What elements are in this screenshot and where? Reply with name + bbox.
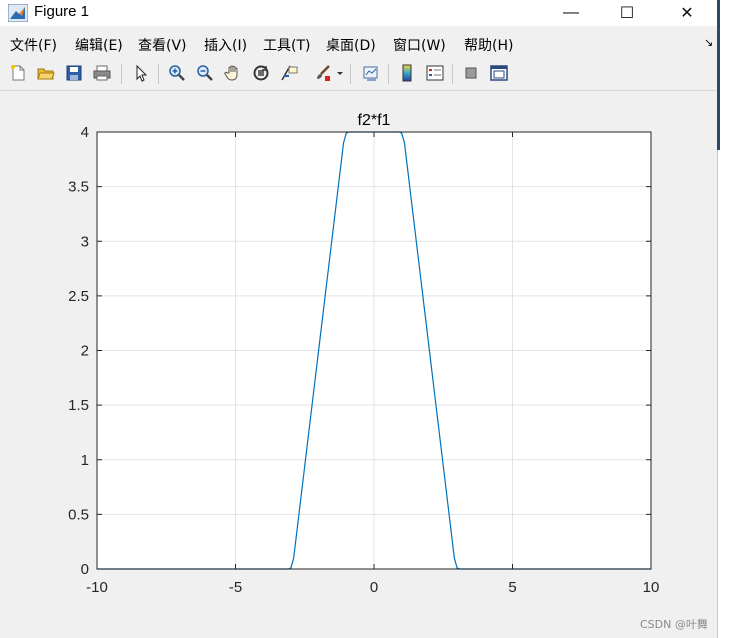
- toolbar-separator: [350, 64, 351, 84]
- close-icon: ✕: [680, 5, 694, 22]
- window-edge: [717, 0, 720, 150]
- y-tick-label: 4: [81, 124, 89, 141]
- figure-canvas: -10 -5 0 5 10 0 0.5 1 1.5 2 2.5 3 3.5 4 f2*f1: [0, 91, 717, 638]
- pan-hand-icon[interactable]: [222, 62, 244, 84]
- x-tick-label: 10: [643, 579, 660, 596]
- show-plot-tools-icon[interactable]: [488, 62, 510, 84]
- close-button[interactable]: ✕: [664, 0, 710, 26]
- insert-colorbar-icon[interactable]: [396, 62, 418, 84]
- x-tick-label: 5: [508, 579, 516, 596]
- y-tick-label: 3.5: [68, 179, 89, 196]
- menu-tools[interactable]: 工具(T): [263, 35, 310, 55]
- open-file-icon[interactable]: [35, 62, 57, 84]
- zoom-in-icon[interactable]: [166, 62, 188, 84]
- insert-legend-icon[interactable]: [424, 62, 446, 84]
- print-icon[interactable]: [91, 62, 113, 84]
- watermark-text: CSDN @叶舞: [640, 618, 708, 631]
- x-tick-label: -5: [229, 579, 242, 596]
- chart-title: f2*f1: [358, 112, 391, 129]
- maximize-button[interactable]: ☐: [604, 0, 650, 26]
- menu-desktop[interactable]: 桌面(D): [326, 35, 376, 55]
- brush-icon[interactable]: [312, 62, 334, 84]
- toolbar-separator: [452, 64, 453, 84]
- toolbar-separator: [388, 64, 389, 84]
- data-cursor-icon[interactable]: [278, 62, 300, 84]
- edit-plot-arrow-icon[interactable]: [130, 62, 152, 84]
- maximize-icon: ☐: [619, 5, 635, 22]
- window-title: Figure 1: [34, 3, 90, 20]
- figure-window: Figure 1 — ☐ ✕ 文件(F) 编辑(E) 查看(V) 插入(I) 工…: [0, 0, 718, 638]
- plot-axes[interactable]: -10 -5 0 5 10 0 0.5 1 1.5 2 2.5 3 3.5 4 f2*f1: [0, 91, 717, 638]
- y-tick-label: 1.5: [68, 397, 89, 414]
- y-tick-label: 2: [81, 343, 89, 360]
- rotate-3d-icon[interactable]: [250, 62, 272, 84]
- title-bar: Figure 1 — ☐ ✕: [0, 0, 717, 26]
- matlab-logo-icon: [7, 3, 29, 23]
- menu-window[interactable]: 窗口(W): [393, 35, 446, 55]
- menu-view[interactable]: 查看(V): [138, 35, 187, 55]
- toolbar-separator: [121, 64, 122, 84]
- minimize-button[interactable]: —: [548, 0, 594, 26]
- x-tick-label: -10: [86, 579, 108, 596]
- y-tick-label: 3: [81, 233, 89, 250]
- menu-insert[interactable]: 插入(I): [204, 35, 247, 55]
- save-icon[interactable]: [63, 62, 85, 84]
- menu-file[interactable]: 文件(F): [10, 35, 57, 55]
- minimize-icon: —: [563, 4, 579, 21]
- y-tick-label: 1: [81, 452, 89, 469]
- hide-plot-tools-icon[interactable]: [460, 62, 482, 84]
- zoom-out-icon[interactable]: [194, 62, 216, 84]
- menu-bar: 文件(F) 编辑(E) 查看(V) 插入(I) 工具(T) 桌面(D) 窗口(W…: [0, 31, 717, 57]
- menu-help[interactable]: 帮助(H): [464, 35, 513, 55]
- brush-dropdown-icon[interactable]: [334, 62, 346, 84]
- x-tick-label: 0: [370, 579, 378, 596]
- y-tick-label: 0: [81, 561, 89, 578]
- dock-figure-arrow-icon[interactable]: ↘: [704, 36, 713, 49]
- y-tick-label: 2.5: [68, 288, 89, 305]
- toolbar-separator: [158, 64, 159, 84]
- y-tick-label: 0.5: [68, 506, 89, 523]
- link-plot-icon[interactable]: [360, 62, 382, 84]
- new-figure-icon[interactable]: [7, 62, 29, 84]
- figure-toolbar: [0, 58, 717, 91]
- menu-edit[interactable]: 编辑(E): [75, 35, 123, 55]
